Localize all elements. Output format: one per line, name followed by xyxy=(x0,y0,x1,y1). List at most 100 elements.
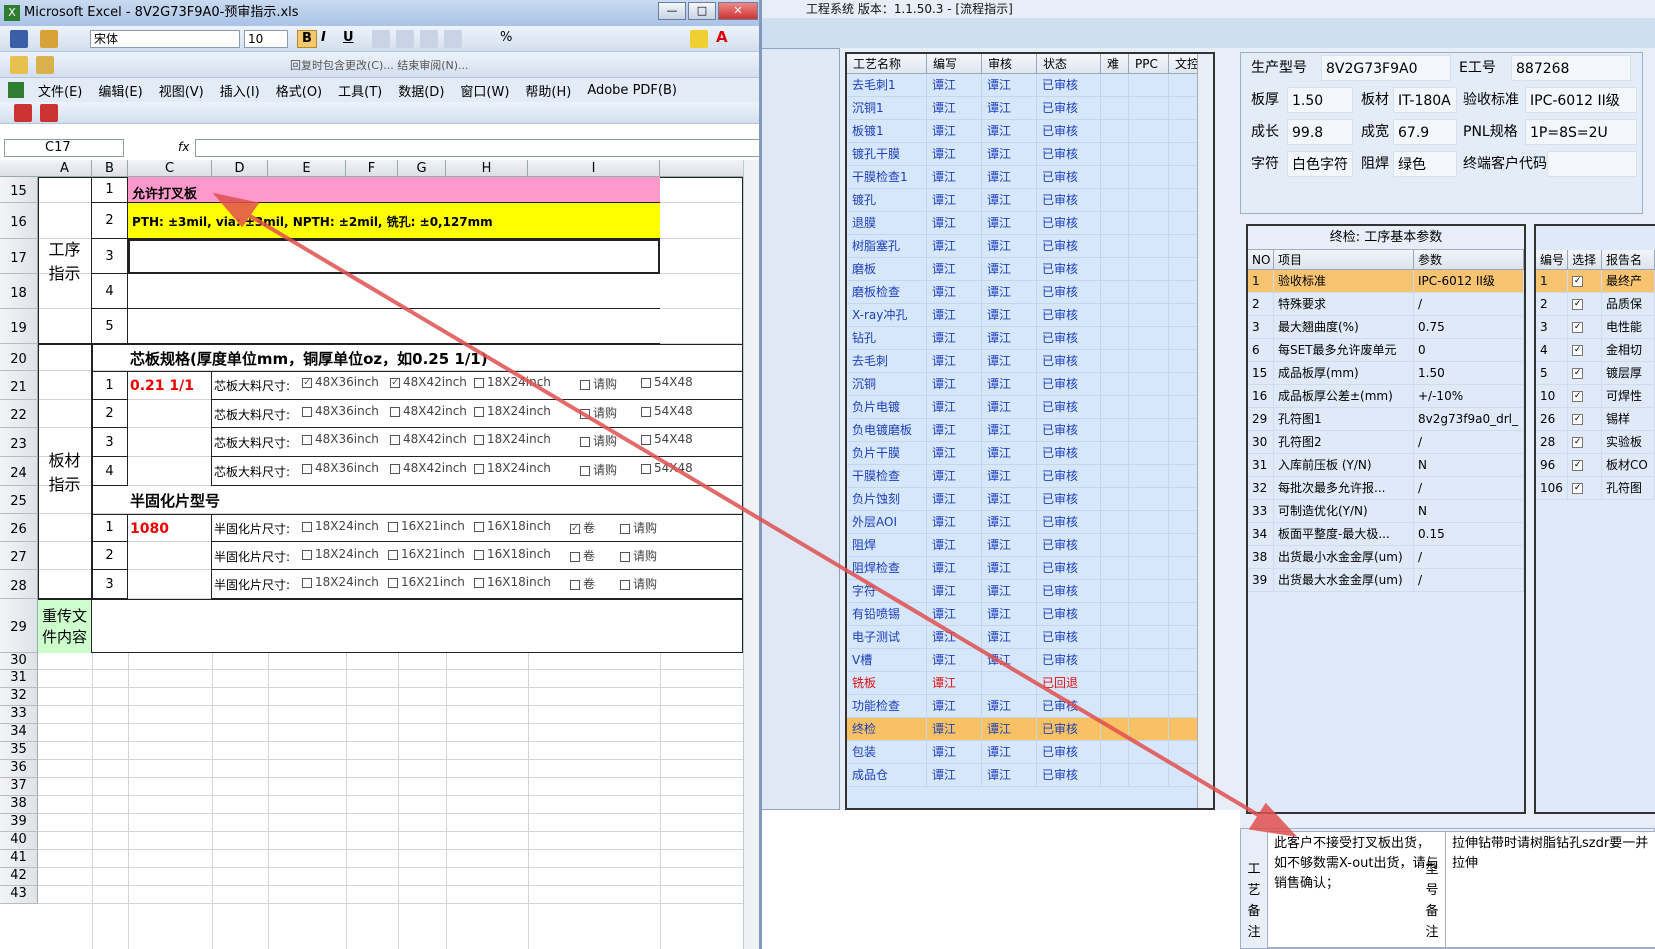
font-color-icon[interactable]: A xyxy=(716,28,728,46)
align-center-icon[interactable] xyxy=(396,30,414,48)
checkbox-checked-icon[interactable]: ✓ xyxy=(1572,391,1584,402)
process-row[interactable]: 负片蚀刻 谭江 谭江 已审核 xyxy=(847,488,1213,511)
core-option[interactable]: 48X36inch xyxy=(298,461,379,475)
reply-changes-label[interactable]: 回复时包含更改(C)... 结束审阅(N)... xyxy=(290,57,469,73)
model-field[interactable]: 8V2G73F9A0 xyxy=(1321,55,1451,81)
core-option[interactable]: 48X42inch xyxy=(386,461,467,475)
menu-item[interactable]: 数据(D) xyxy=(398,81,444,100)
core-option[interactable]: ✓ 48X42inch xyxy=(386,375,467,389)
core-option[interactable]: 18X24inch xyxy=(470,375,551,389)
merge-icon[interactable] xyxy=(444,30,462,48)
column-header[interactable]: C xyxy=(128,160,212,177)
pp-option[interactable]: 卷 xyxy=(566,547,595,564)
process-row[interactable]: 包装 谭江 谭江 已审核 xyxy=(847,741,1213,764)
checkbox-icon[interactable] xyxy=(390,463,400,474)
pp-option[interactable]: 16X21inch xyxy=(384,519,465,533)
row-header[interactable]: 29 xyxy=(0,599,38,653)
core-option[interactable]: 54X48 xyxy=(637,404,693,418)
core-option[interactable]: 18X24inch xyxy=(470,404,551,418)
menu-item[interactable]: 窗口(W) xyxy=(460,81,509,100)
row-header[interactable]: 37 xyxy=(0,778,38,796)
process-row[interactable]: V槽 谭江 谭江 已审核 xyxy=(847,649,1213,672)
pp-option[interactable]: 16X21inch xyxy=(384,547,465,561)
row-header[interactable]: 31 xyxy=(0,670,38,688)
core-option[interactable]: 48X42inch xyxy=(386,404,467,418)
pp-option[interactable]: 卷 xyxy=(566,575,595,592)
params-row[interactable]: 3 最大翘曲度(%) 0.75 xyxy=(1248,316,1524,339)
process-row[interactable]: 沉铜 谭江 谭江 已审核 xyxy=(847,373,1213,396)
name-box[interactable]: C17 xyxy=(4,139,124,157)
row-header[interactable]: 43 xyxy=(0,886,38,904)
checkbox-icon[interactable] xyxy=(474,521,484,532)
row-header[interactable]: 23 xyxy=(0,428,38,457)
checkbox-icon[interactable] xyxy=(641,406,651,417)
row-header[interactable]: 36 xyxy=(0,760,38,778)
row-header[interactable]: 16 xyxy=(0,203,38,239)
checkbox-checked-icon[interactable]: ✓ xyxy=(1572,322,1584,333)
checkbox-icon[interactable] xyxy=(620,523,630,534)
row-header[interactable]: 40 xyxy=(0,832,38,850)
checkbox-icon[interactable] xyxy=(388,549,398,560)
checkbox-icon[interactable] xyxy=(641,434,651,445)
menu-item[interactable]: 插入(I) xyxy=(220,81,260,100)
core-option[interactable]: 请购 xyxy=(576,375,617,392)
core-option[interactable]: 请购 xyxy=(576,432,617,449)
char-field[interactable]: 白色字符 xyxy=(1287,151,1353,177)
save-icon[interactable] xyxy=(10,30,28,48)
process-row[interactable]: 成品仓 谭江 谭江 已审核 xyxy=(847,764,1213,787)
row-header[interactable]: 33 xyxy=(0,706,38,724)
pnl-field[interactable]: 1P=8S=2U xyxy=(1525,119,1637,145)
process-row[interactable]: 镀孔 谭江 谭江 已审核 xyxy=(847,189,1213,212)
process-row[interactable]: 钻孔 谭江 谭江 已审核 xyxy=(847,327,1213,350)
params-row[interactable]: 33 可制造优化(Y/N) N xyxy=(1248,500,1524,523)
checkbox-icon[interactable] xyxy=(302,577,312,588)
len-field[interactable]: 99.8 xyxy=(1287,119,1353,145)
report-row[interactable]: 1 ✓ 最终产 xyxy=(1536,270,1655,293)
checkbox-checked-icon[interactable]: ✓ xyxy=(1572,483,1584,494)
params-row[interactable]: 30 孔符图2/ xyxy=(1248,431,1524,454)
pdf-mail-icon[interactable] xyxy=(40,104,58,122)
report-row[interactable]: 26 ✓ 锡样 xyxy=(1536,408,1655,431)
params-row[interactable]: 2 特殊要求 / xyxy=(1248,293,1524,316)
column-header[interactable]: A xyxy=(38,160,92,177)
core-option[interactable]: ✓ 48X36inch xyxy=(298,375,379,389)
row-header[interactable]: 27 xyxy=(0,542,38,570)
report-select[interactable]: ✓ xyxy=(1568,316,1602,338)
process-col-header[interactable]: 难 xyxy=(1101,54,1129,73)
column-header[interactable]: B xyxy=(92,160,128,177)
process-col-header[interactable]: 审核 xyxy=(982,54,1037,73)
checkbox-icon[interactable] xyxy=(641,377,651,388)
report-row[interactable]: 4 ✓ 金相切 xyxy=(1536,339,1655,362)
checkbox-icon[interactable] xyxy=(474,377,484,388)
checkbox-checked-icon[interactable]: ✓ xyxy=(1572,276,1584,287)
column-header[interactable]: F xyxy=(346,160,398,177)
eno-field[interactable]: 887268 xyxy=(1511,55,1631,81)
process-col-header[interactable]: 工艺名称 xyxy=(847,54,927,73)
checkbox-icon[interactable] xyxy=(302,521,312,532)
row-header[interactable]: 34 xyxy=(0,724,38,742)
checkbox-icon[interactable] xyxy=(580,465,590,476)
column-header[interactable]: D xyxy=(212,160,268,177)
align-left-icon[interactable] xyxy=(372,30,390,48)
process-row[interactable]: 磨板 谭江 谭江 已审核 xyxy=(847,258,1213,281)
params-row[interactable]: 6 每SET最多允许废单元 0 xyxy=(1248,339,1524,362)
report-select[interactable]: ✓ xyxy=(1568,362,1602,384)
checkbox-icon[interactable] xyxy=(570,551,580,562)
checkbox-icon[interactable] xyxy=(580,436,590,447)
checkbox-icon[interactable] xyxy=(474,577,484,588)
process-row[interactable]: 负片干膜 谭江 谭江 已审核 xyxy=(847,442,1213,465)
std-field[interactable]: IPC-6012 II级 xyxy=(1525,87,1637,113)
formula-bar[interactable] xyxy=(195,139,760,157)
maximize-button[interactable]: □ xyxy=(688,2,716,20)
checkbox-icon[interactable] xyxy=(302,406,312,417)
params-table[interactable]: 终检: 工序基本参数 NO 项目 参数 1 验收标准 IPC-6012 II级 2 特殊要求… xyxy=(1246,224,1526,814)
row-header[interactable]: 21 xyxy=(0,371,38,400)
process-row[interactable]: 有铅喷锡 谭江 谭江 已审核 xyxy=(847,603,1213,626)
width-field[interactable]: 67.9 xyxy=(1393,119,1457,145)
pp-option[interactable]: 请购 xyxy=(616,575,657,592)
column-header[interactable]: E xyxy=(268,160,346,177)
row-header[interactable]: 35 xyxy=(0,742,38,760)
row-header[interactable]: 32 xyxy=(0,688,38,706)
percent-icon[interactable]: % xyxy=(500,30,512,45)
process-row[interactable]: 终检 谭江 谭江 已审核 xyxy=(847,718,1213,741)
